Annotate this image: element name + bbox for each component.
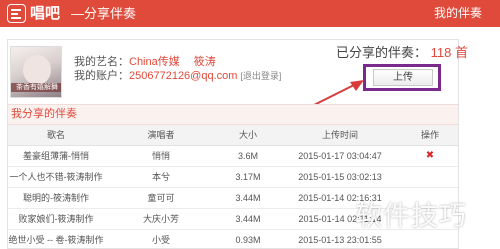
singer-cell: 童可可 xyxy=(104,187,218,209)
singer-cell: 大庆小芳 xyxy=(104,208,218,230)
size-cell: 3.17M xyxy=(218,166,278,188)
column-header-size: 大小 xyxy=(218,125,278,146)
operation-cell xyxy=(402,166,458,188)
song-name-cell: 一个人也不错-筱涛制作 xyxy=(8,166,104,188)
section-title: 我分享的伴奏 xyxy=(11,108,77,120)
song-name-cell: 聪明的-筱涛制作 xyxy=(8,187,104,209)
upload-time-cell: 2015-01-17 03:04:47 xyxy=(278,145,402,167)
operation-cell: ✖ xyxy=(402,145,458,167)
delete-icon[interactable]: ✖ xyxy=(426,150,434,161)
table-row: 一个人也不错-筱涛制作 本兮 3.17M 2015-01-15 03:02:13 xyxy=(8,166,458,188)
column-header-singer: 演唱者 xyxy=(104,125,218,146)
singer-cell: 小受 xyxy=(104,229,218,249)
song-name-cell: 绝世小受 -- 卷-筱涛制作 xyxy=(8,229,104,249)
column-header-operation: 操作 xyxy=(402,125,458,146)
operation-cell xyxy=(402,229,458,249)
table-header-row: 歌名 演唱者 大小 上传时间 操作 xyxy=(8,125,458,146)
upload-time-cell: 2015-01-13 23:01:55 xyxy=(278,229,402,249)
watermark: 软件技巧 xyxy=(355,201,467,231)
column-header-time: 上传时间 xyxy=(278,125,402,146)
column-header-name: 歌名 xyxy=(8,125,104,146)
song-name-cell: 羞豪组薄蒲-悄悄 xyxy=(8,145,104,167)
singer-cell: 悄悄 xyxy=(104,145,218,167)
upload-time-cell: 2015-01-15 03:02:13 xyxy=(278,166,402,188)
table-row: 绝世小受 -- 卷-筱涛制作 小受 0.93M 2015-01-13 23:01… xyxy=(8,229,458,249)
song-name-cell: 败家娘们-筱涛制作 xyxy=(8,208,104,230)
size-cell: 3.44M xyxy=(218,208,278,230)
singer-cell: 本兮 xyxy=(104,166,218,188)
size-cell: 0.93M xyxy=(218,229,278,249)
size-cell: 3.44M xyxy=(218,187,278,209)
table-row: 羞豪组薄蒲-悄悄 悄悄 3.6M 2015-01-17 03:04:47 ✖ xyxy=(8,145,458,167)
size-cell: 3.6M xyxy=(218,145,278,167)
